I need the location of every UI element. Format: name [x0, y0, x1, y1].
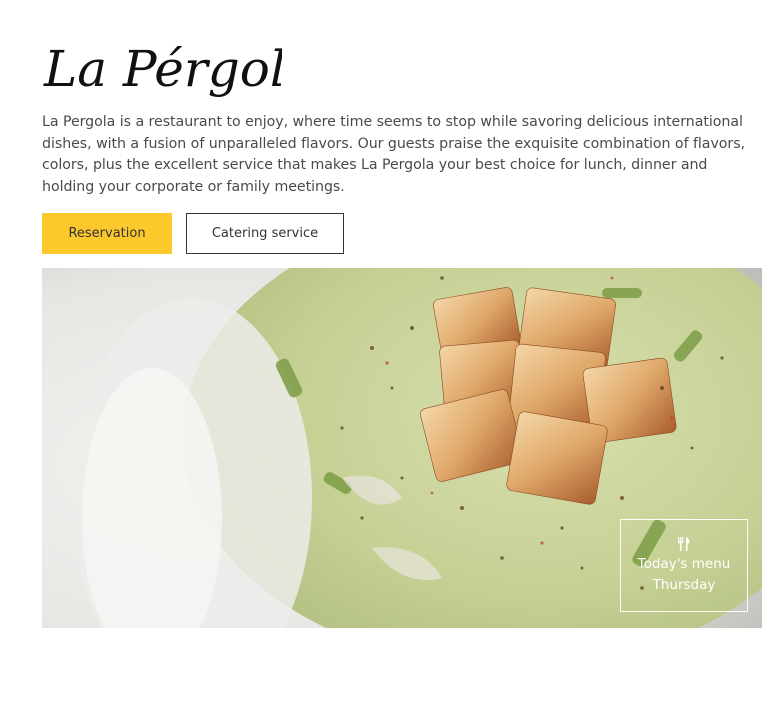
logo-text: La Pérgola [43, 40, 282, 98]
intro-text: La Pergola is a restaurant to enjoy, whe… [42, 114, 746, 195]
reservation-button[interactable]: Reservation [42, 213, 172, 254]
todays-menu-box[interactable]: Today's menu Thursday [620, 519, 748, 612]
fork-knife-icon [678, 537, 690, 551]
todays-menu-title: Today's menu [637, 556, 731, 572]
todays-menu-day: Thursday [652, 577, 716, 593]
catering-service-button[interactable]: Catering service [186, 213, 344, 254]
reservation-button-label: Reservation [68, 226, 146, 241]
logo[interactable]: La Pérgola [42, 28, 282, 108]
catering-service-button-label: Catering service [211, 226, 319, 241]
page: La Pérgola La Pergola is a restaurant to… [0, 0, 762, 701]
